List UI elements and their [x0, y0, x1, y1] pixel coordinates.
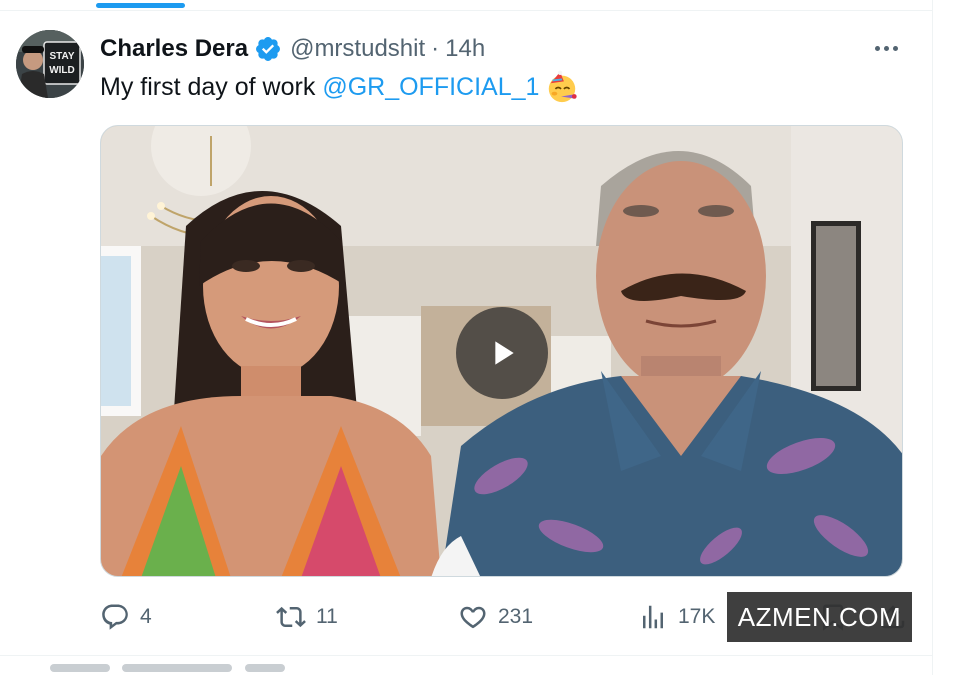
watermark-badge: AZMEN.COM	[727, 592, 912, 642]
peek-text-fragment	[122, 664, 233, 672]
active-tab-indicator	[96, 3, 185, 8]
party-face-emoji-icon	[549, 70, 578, 103]
heart-icon	[460, 606, 486, 629]
peek-text-fragment	[244, 664, 285, 672]
play-button[interactable]	[456, 307, 548, 399]
analytics-icon	[643, 605, 663, 629]
retweet-icon	[276, 606, 306, 628]
avatar-text-line-2: WILD	[49, 65, 75, 76]
column-divider	[932, 0, 933, 675]
more-options-button[interactable]	[868, 32, 904, 64]
reply-count: 4	[140, 605, 152, 628]
tweet-text: My first day of work @GR_OFFICIAL_1	[100, 70, 579, 104]
like-count: 231	[498, 605, 534, 628]
author-display-name[interactable]: Charles Dera	[100, 35, 248, 63]
play-icon	[495, 341, 514, 365]
views-button[interactable]: 17K	[638, 598, 715, 636]
view-count: 17K	[678, 605, 716, 628]
reply-icon	[102, 604, 128, 630]
tweet-header: Charles Dera @mrstudshit · 14h	[100, 32, 485, 66]
bottom-divider	[0, 655, 932, 656]
retweet-button[interactable]: 11	[276, 598, 338, 636]
retweet-count: 11	[316, 605, 338, 628]
top-divider	[0, 10, 932, 11]
timestamp[interactable]: 14h	[445, 35, 485, 63]
reply-button[interactable]: 4	[100, 598, 152, 636]
avatar[interactable]: STAY WILD	[16, 30, 84, 98]
mention-link[interactable]: @GR_OFFICIAL_1	[322, 70, 539, 104]
peek-text-fragment	[50, 664, 110, 672]
more-dots-icon	[874, 45, 880, 51]
verified-badge-icon[interactable]	[254, 35, 282, 63]
author-handle[interactable]: @mrstudshit	[290, 35, 425, 63]
more-dot	[883, 45, 889, 51]
separator-dot: ·	[431, 35, 440, 62]
avatar-image: STAY WILD	[16, 30, 84, 98]
tweet-body: My first day of work	[100, 73, 316, 101]
next-tweet-peek	[50, 664, 370, 675]
like-button[interactable]: 231	[458, 598, 533, 636]
more-dot	[892, 45, 898, 51]
tweet-video[interactable]	[100, 125, 903, 577]
avatar-text-line-1: STAY	[49, 51, 74, 62]
